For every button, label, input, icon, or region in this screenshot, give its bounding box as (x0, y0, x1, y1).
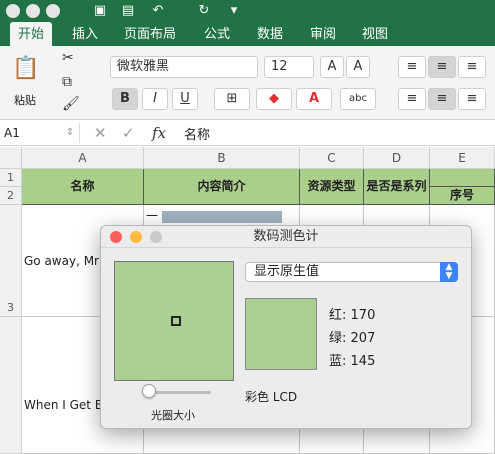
chevron-updown-icon[interactable]: ▲ ▼ (440, 262, 458, 282)
minimize-window-icon[interactable] (26, 4, 40, 18)
paste-icon[interactable]: 📋 (12, 56, 39, 81)
sidebar-icon[interactable]: ▣ (92, 3, 108, 19)
align-top-icon[interactable]: ≡ (398, 56, 426, 78)
undo-icon[interactable]: ↶ (150, 3, 166, 19)
italic-button[interactable]: I (142, 88, 168, 110)
font-color-icon[interactable]: A (296, 88, 332, 110)
red-row: 红: 170 (329, 304, 375, 323)
formula-content[interactable]: 名称 (184, 124, 210, 143)
align-left-icon[interactable]: ≡ (398, 88, 426, 110)
ribbon: 📋 粘贴 ✂ ⧉ 🖌 微软雅黑 12 A A B I U ⊞ ◆ A abc ≡… (0, 46, 495, 120)
green-value: 207 (350, 331, 376, 346)
header-cell-resource-type[interactable]: 资源类型 (300, 169, 364, 205)
red-label: 红: (329, 308, 347, 323)
close-window-icon[interactable] (6, 4, 20, 18)
row-header-2[interactable]: 2 (0, 187, 22, 205)
fill-color-icon[interactable]: ◆ (256, 88, 292, 110)
align-bottom-icon[interactable]: ≡ (458, 56, 486, 78)
underline-button[interactable]: U (172, 88, 198, 110)
tab-home[interactable]: 开始 (10, 22, 53, 46)
cancel-icon[interactable]: ✕ (94, 123, 107, 143)
cell-b3-text: 一 (146, 209, 159, 223)
zoom-button[interactable] (150, 231, 162, 243)
blue-row: 蓝: 145 (329, 350, 375, 369)
bold-button[interactable]: B (112, 88, 138, 110)
borders-icon[interactable]: ⊞ (214, 88, 250, 110)
red-value: 170 (350, 308, 376, 323)
font-size-select[interactable]: 12 (264, 56, 314, 78)
more-icon[interactable]: ▾ (226, 3, 242, 19)
blue-label: 蓝: (329, 354, 347, 369)
paste-label: 粘贴 (14, 94, 36, 107)
save-icon[interactable]: ▤ (120, 3, 136, 19)
value-mode-label: 显示原生值 (254, 264, 320, 279)
green-label: 绿: (329, 331, 347, 346)
zoom-window-icon[interactable] (46, 4, 60, 18)
ribbon-tabs: 开始 插入 页面布局 公式 数据 审阅 视图 (0, 22, 495, 46)
tab-view[interactable]: 视图 (362, 22, 388, 46)
header-cell-summary[interactable]: 内容简介 (144, 169, 300, 205)
display-profile: 彩色 LCD (245, 390, 298, 404)
green-row: 绿: 207 (329, 327, 375, 346)
copy-icon[interactable]: ⧉ (62, 74, 72, 90)
magnified-view (114, 261, 234, 381)
sampled-color-swatch (245, 298, 317, 370)
tab-insert[interactable]: 插入 (72, 22, 98, 46)
cut-icon[interactable]: ✂ (62, 50, 74, 66)
color-meter-window: 数码测色计 显示原生值 ▲ ▼ 红: 170 绿: 207 蓝: 145 彩色 L… (100, 225, 472, 429)
blue-value: 145 (350, 354, 376, 369)
increase-font-icon[interactable]: A (320, 56, 344, 78)
close-button[interactable] (110, 231, 122, 243)
font-name-select[interactable]: 微软雅黑 (110, 56, 258, 78)
row-header-1[interactable]: 1 (0, 169, 22, 187)
value-mode-select[interactable]: 显示原生值 ▲ ▼ (245, 262, 458, 282)
align-right-icon[interactable]: ≡ (458, 88, 486, 110)
row-header-4[interactable] (0, 317, 22, 454)
column-header-b[interactable]: B (144, 147, 300, 169)
aperture-cursor-icon (171, 316, 181, 326)
column-header-e[interactable]: E (430, 147, 495, 169)
enter-icon[interactable]: ✓ (122, 123, 135, 143)
insert-function-icon[interactable]: fx (152, 123, 166, 143)
tab-review[interactable]: 审阅 (310, 22, 336, 46)
aperture-size-label: 光圈大小 (151, 409, 195, 422)
decrease-font-icon[interactable]: A (346, 56, 370, 78)
align-center-icon[interactable]: ≡ (428, 88, 456, 110)
window-title: 数码测色计 (253, 229, 319, 244)
minimize-button[interactable] (130, 231, 142, 243)
align-middle-icon[interactable]: ≡ (428, 56, 456, 78)
header-cell-is-series[interactable]: 是否是系列 (364, 169, 430, 205)
redo-icon[interactable]: ↻ (196, 3, 212, 19)
name-box-stepper-icon[interactable]: ⇕ (66, 123, 74, 143)
format-painter-icon[interactable]: 🖌 (62, 96, 80, 112)
header-cell-index[interactable]: 序号 (430, 187, 495, 205)
header-cell-e1[interactable] (430, 169, 495, 187)
tab-formulas[interactable]: 公式 (204, 22, 230, 46)
title-bar: ▣ ▤ ↶ ↻ ▾ (0, 0, 495, 22)
redacted-text (161, 210, 282, 223)
tab-data[interactable]: 数据 (257, 22, 283, 46)
phonetic-button[interactable]: abc (340, 88, 376, 110)
column-header-c[interactable]: C (300, 147, 364, 169)
aperture-slider-track[interactable] (149, 391, 211, 394)
row-header-3[interactable]: 3 (0, 205, 22, 317)
column-header-d[interactable]: D (364, 147, 430, 169)
aperture-slider-knob[interactable] (142, 384, 156, 398)
column-header-a[interactable]: A (22, 147, 144, 169)
tab-page-layout[interactable]: 页面布局 (124, 22, 176, 46)
select-all-corner[interactable] (0, 147, 22, 169)
formula-bar: A1 ⇕ ✕ ✓ fx 名称 (0, 120, 495, 146)
header-cell-name[interactable]: 名称 (22, 169, 144, 205)
